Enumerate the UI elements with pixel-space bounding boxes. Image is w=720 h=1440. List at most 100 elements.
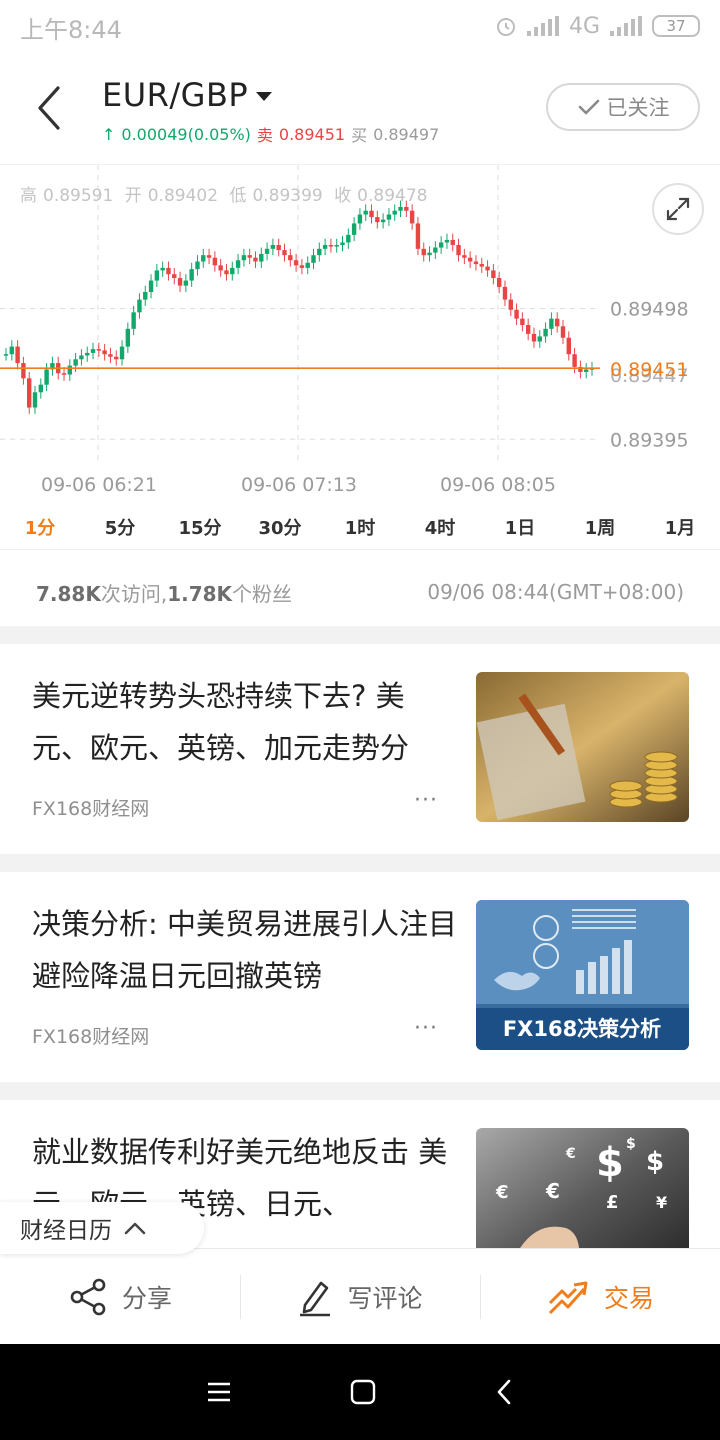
candle-body [299,265,305,268]
fans-label: 个粉丝 [232,581,293,606]
candle-body [288,255,293,261]
tab-4hour[interactable]: 4时 [401,514,479,540]
follow-button[interactable]: 已关注 [546,83,700,131]
home-icon[interactable] [350,1379,376,1405]
share-button[interactable]: 分享 [0,1249,240,1344]
tab-30min[interactable]: 30分 [241,514,319,540]
candle-body [537,336,542,342]
svg-text:$: $ [596,1140,624,1186]
chevron-up-icon [124,1222,146,1235]
more-options-button[interactable]: ··· [414,788,438,813]
candle-body [177,278,183,286]
candle-body [108,354,113,357]
economic-calendar-toggle[interactable]: 财经日历 [0,1202,204,1254]
network-type: 4G [568,13,600,39]
candle-body [183,280,189,286]
visits-count: 7.88K [36,581,101,606]
candle-body [166,267,171,275]
fans-count: 1.78K [167,581,233,606]
back-arrow-icon [38,86,60,130]
price-change: 0.00049(0.05%) [121,124,251,144]
low-label: 低 [229,186,247,206]
candle-body [293,260,299,266]
candle-body [148,280,154,292]
news-title: 美元逆转势头恐持续下去? 美元、欧元、英镑、加元走势分 [32,679,410,765]
candle-body [212,257,218,266]
share-icon [70,1278,106,1315]
candle-body [85,352,90,356]
candle-body [270,245,276,249]
candlestick-svg: 0.894980.893950.894470.8945109-06 06:21 0… [0,165,689,496]
follow-label: 已关注 [606,96,670,120]
open-value: 0.89402 [147,186,219,206]
candle-body [473,261,479,265]
update-time: 09/06 08:44(GMT+08:00) [427,580,684,604]
alarm-icon [496,18,515,36]
candle-body [334,245,339,247]
close-label: 收 [334,186,352,206]
signal-icon [610,16,642,36]
news-thumbnail [476,672,689,822]
open-label: 开 [124,186,142,206]
action-bar: 分享 写评论 交易 [0,1248,720,1344]
candle-body [525,325,531,334]
tab-1min[interactable]: 1分 [1,514,79,540]
tab-1hour[interactable]: 1时 [321,514,399,540]
candle-body [322,245,328,249]
candle-body [172,274,177,279]
pair-selector[interactable]: EUR/GBP [102,76,273,114]
news-thumbnail: FX168决策分析 [476,900,689,1050]
tab-1day[interactable]: 1日 [481,514,559,540]
candle-body [549,318,554,329]
price-chart[interactable]: 高 0.89591 开 0.89402 低 0.89399 收 0.89478 0.89… [0,164,720,500]
high-label: 高 [20,186,37,206]
candle-body [247,255,252,258]
candle-body [276,245,281,251]
tab-1week[interactable]: 1周 [561,514,639,540]
candle-body [479,264,484,267]
candle-body [195,261,200,270]
signal-icon [526,16,559,36]
buy-label: 买 [351,126,368,145]
candle-body [583,369,589,372]
trade-button[interactable]: 交易 [480,1249,720,1344]
stats-row: 7.88K次访问,1.78K个粉丝 09/06 08:44(GMT+08:00) [0,558,720,626]
menu-icon[interactable] [206,1381,232,1403]
more-options-button[interactable]: ··· [414,1016,438,1041]
candle-body [317,248,322,256]
tab-15min[interactable]: 15分 [161,514,239,540]
candle-body [67,365,73,375]
news-item[interactable]: 美元逆转势头恐持续下去? 美元、欧元、英镑、加元走势分 FX168财经网 ··· [0,644,720,854]
candle-body [282,250,287,256]
back-icon[interactable] [494,1378,514,1406]
candle-body [9,346,15,355]
candle-body [102,350,107,355]
candle-body [218,265,223,271]
candle-body [392,210,397,215]
candle-body [259,253,264,262]
x-tick-label: 09-06 07:13 [241,474,357,496]
tab-5min[interactable]: 5分 [81,514,159,540]
candle-body [44,369,49,385]
candle-body [206,255,212,258]
news-item[interactable]: 决策分析: 中美贸易进展引人注目 避险降温日元回撤英镑 FX168财经网 ···… [0,872,720,1082]
tab-1month[interactable]: 1月 [641,514,719,540]
visits-label: 次访问, [100,581,168,606]
y-tick-label: 0.89395 [610,429,689,451]
fullscreen-button[interactable] [652,183,704,235]
candle-body [514,309,519,319]
status-time: 上午8:44 [20,16,122,44]
comment-button[interactable]: 写评论 [240,1249,480,1344]
candle-body [230,267,235,275]
status-bar: 上午8:44 4G 37 [0,0,720,52]
candle-body [137,299,142,313]
y-tick-label: 0.89498 [610,298,689,320]
back-button[interactable] [28,80,72,136]
candle-body [485,266,490,271]
candle-body [427,252,432,256]
divider [0,626,720,644]
svg-text:$: $ [626,1136,636,1152]
news-source: FX168财经网 [32,798,150,820]
svg-text:$: $ [646,1147,664,1177]
candle-body [357,214,363,224]
